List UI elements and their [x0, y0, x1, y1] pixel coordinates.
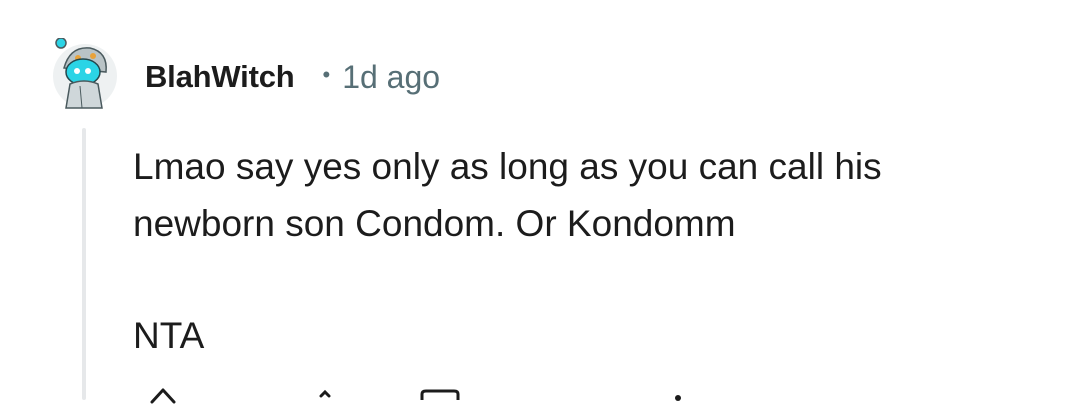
user-avatar[interactable]: [50, 37, 120, 110]
meta-separator: •: [322, 62, 331, 87]
downvote-arrow-icon[interactable]: [310, 386, 340, 411]
comment-verdict: NTA: [133, 315, 205, 356]
comment-age: 1d ago: [342, 58, 441, 95]
comment-actions: [140, 386, 840, 416]
thread-line[interactable]: [82, 128, 86, 400]
comment-body-line: newborn son Condom. Or Kondomm: [133, 203, 736, 244]
comment: BlahWitch • 1d ago Lmao say yes only as …: [0, 0, 1079, 404]
comment-body-line: Lmao say yes only as long as you can cal…: [133, 146, 882, 187]
reply-icon[interactable]: [418, 386, 462, 411]
more-icon[interactable]: [668, 386, 688, 411]
snoo-avatar-icon: [53, 37, 117, 109]
username[interactable]: BlahWitch: [145, 59, 295, 95]
comment-header: BlahWitch • 1d ago: [145, 55, 440, 99]
comment-body: Lmao say yes only as long as you can cal…: [133, 138, 1033, 364]
upvote-arrow-icon[interactable]: [148, 386, 178, 411]
